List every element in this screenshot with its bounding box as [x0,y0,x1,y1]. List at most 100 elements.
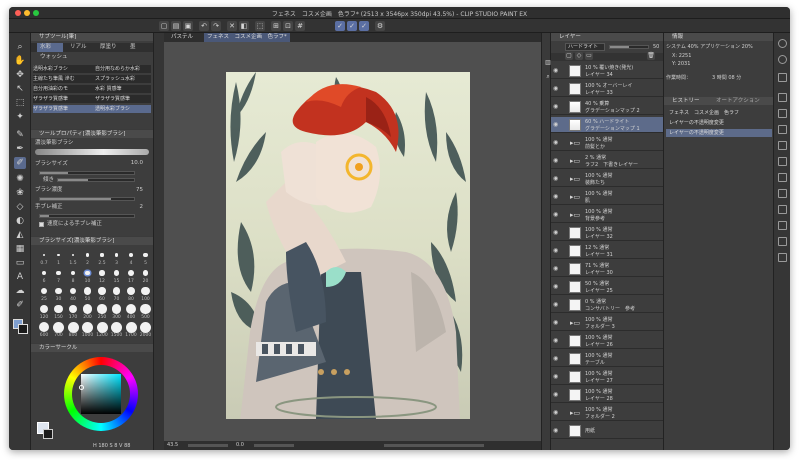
visibility-eye-icon[interactable]: ◉ [553,229,558,236]
material-frame-icon[interactable] [778,205,787,214]
brush-size-preset[interactable] [56,270,61,276]
open-file-icon[interactable]: ▤ [171,21,181,31]
layer-row[interactable]: ◉ 71 % 通常 レイヤー 30 [551,261,663,277]
visibility-eye-icon[interactable]: ◉ [553,67,558,74]
layer-row[interactable]: ◉ 50 % 通常 レイヤー 25 [551,279,663,295]
brush-size-preset[interactable] [125,321,137,333]
brush-size-preset[interactable] [54,304,63,314]
brush-size-preset[interactable] [140,303,151,315]
layer-row[interactable]: ◉ ▸▭ 100 % 通常 装飾たち [551,171,663,187]
airbrush-tool-icon[interactable]: ✺ [14,173,26,185]
brush-size-preset[interactable] [100,253,104,257]
eyedropper-tool-icon[interactable]: ✎ [14,129,26,141]
stabilizer-icon[interactable]: ✓ [347,21,357,31]
layer-opacity-slider[interactable] [609,45,649,49]
brush-item[interactable]: 主線たち筆風 滲む スプラッシュ水彩 [33,75,151,83]
brush-size-preset[interactable] [125,303,137,315]
layer-row[interactable]: ◉ ▸▭ 100 % 通常 フォルダー 2 [551,405,663,421]
snap-ruler-icon[interactable]: ⊞ [271,21,281,31]
gradient-tool-icon[interactable]: ▦ [14,243,26,255]
brush-size-preset[interactable] [113,270,120,276]
blend-tool-icon[interactable]: ◐ [14,215,26,227]
navigator-icon[interactable] [778,55,787,64]
save-icon[interactable]: ▣ [183,21,193,31]
brush-size-preset[interactable] [140,321,151,333]
brush-size-preset[interactable] [68,304,78,314]
density-slider[interactable] [39,197,135,201]
brush-size-preset[interactable] [111,321,122,333]
layer-row[interactable]: ◉ 100 % 通常 レイヤー 26 [551,333,663,349]
info-icon[interactable] [778,39,787,48]
angle-value[interactable]: 0.0 [236,441,244,450]
brush-size-preset[interactable] [141,286,150,296]
zoom-tool-icon[interactable]: ⌕ [14,41,26,53]
brush-size-preset[interactable] [41,270,47,276]
brush-size-preset[interactable] [114,253,119,257]
visibility-eye-icon[interactable]: ◉ [553,193,558,200]
brush-size-preset[interactable] [82,304,93,314]
selection-tool-icon[interactable]: ⬚ [14,97,26,109]
eraser-tool-icon[interactable]: ◇ [14,201,26,213]
brush-item[interactable]: 自分用油彩のモ 水彩 質感筆 [33,85,151,93]
tab-ink[interactable]: 墨 [127,43,151,52]
move-tool-icon[interactable]: ✥ [14,69,26,81]
new-vector-layer-icon[interactable]: ◇ [575,52,583,60]
brush-size-preset[interactable] [57,253,60,257]
undo-icon[interactable]: ↶ [199,21,209,31]
tab-wash[interactable]: ウォッシュ [37,53,68,62]
brush-size-preset[interactable] [40,287,48,295]
brush-size-preset[interactable] [67,321,79,333]
new-folder-icon[interactable]: ▭ [585,52,593,60]
transform-icon[interactable]: ⬚ [255,21,265,31]
blend-mode-select[interactable]: ハードライト [565,43,605,51]
pen-pressure-icon[interactable]: ✓ [335,21,345,31]
color-swatch-sub[interactable] [43,429,53,439]
visibility-eye-icon[interactable]: ◉ [553,121,558,128]
canvas-area[interactable] [164,42,541,441]
folder-icon[interactable]: ▸▭ [570,157,580,165]
brush-size-preset[interactable] [98,287,106,295]
rotation-slider[interactable] [254,444,294,447]
visibility-eye-icon[interactable]: ◉ [553,139,558,146]
folder-icon[interactable]: ▸▭ [570,319,580,327]
material-tone-icon[interactable] [778,173,787,182]
tab-auto-action[interactable]: オートアクション [716,97,760,105]
new-raster-layer-icon[interactable]: ▢ [565,52,573,60]
material-brush-icon[interactable] [778,125,787,134]
tab-watercolor[interactable]: 水彩 [37,43,63,52]
layer-row[interactable]: ◉ 100 % オーバーレイ レイヤー 33 [551,81,663,97]
tab-real[interactable]: リアル [67,43,93,52]
brush-size-preset[interactable] [85,270,90,276]
layer-row[interactable]: ◉ 100 % 通常 レイヤー 28 [551,387,663,403]
layer-row[interactable]: ◉ ▸▭ 100 % 通常 背景参考 [551,207,663,223]
artwork-canvas[interactable] [226,72,470,419]
layer-row[interactable]: ◉ ▸▭ 100 % 通常肌 [551,189,663,205]
brush-size-preset[interactable] [70,270,76,276]
brush-size-preset[interactable] [97,304,107,314]
brush-size-preset[interactable] [143,252,148,258]
hand-tool-icon[interactable]: ✋ [14,55,26,67]
folder-icon[interactable]: ▸▭ [570,409,580,417]
speed-stabilization-checkbox[interactable] [39,222,44,227]
material-3d-icon[interactable] [778,141,787,150]
brush-size-preset[interactable] [71,253,75,257]
brush-size-slider[interactable] [39,171,135,175]
tab-thick-paint[interactable]: 厚塗り [97,43,123,52]
fill-icon[interactable]: ◧ [239,21,249,31]
visibility-eye-icon[interactable]: ◉ [553,265,558,272]
brush-size-preset[interactable] [55,287,62,295]
tab-history[interactable]: ヒストリー [672,97,700,105]
stabilization-slider[interactable] [39,214,135,218]
vector-snap-icon[interactable]: ✓ [359,21,369,31]
balloon-tool-icon[interactable]: ☁ [14,285,26,297]
visibility-eye-icon[interactable]: ◉ [553,373,558,380]
layer-row[interactable]: ◉ 60 % ハードライト グラデーションマップ 1 [551,117,663,133]
visibility-eye-icon[interactable]: ◉ [553,319,558,326]
correct-line-tool-icon[interactable]: ✐ [14,299,26,311]
visibility-eye-icon[interactable]: ◉ [553,211,558,218]
fill-tool-icon[interactable]: ◭ [14,229,26,241]
brush-size-preset[interactable] [83,287,92,295]
visibility-eye-icon[interactable]: ◉ [553,427,558,434]
layer-row[interactable]: ◉ 12 % 通常 レイヤー 31 [551,243,663,259]
brush-item[interactable]: ザラザラ質感筆 透明水彩ブラシ [33,105,151,113]
